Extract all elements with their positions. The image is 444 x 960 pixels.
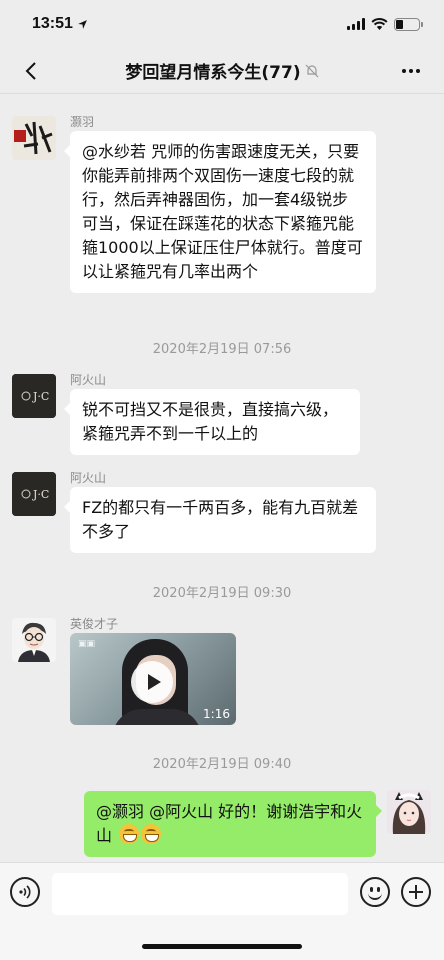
emoji-button[interactable] <box>360 877 390 907</box>
cellular-signal-icon <box>347 18 365 30</box>
battery-icon <box>394 17 423 31</box>
more-actions-button[interactable] <box>401 877 431 907</box>
voice-button[interactable] <box>10 877 40 907</box>
status-bar: 13:51 <box>0 0 444 48</box>
avatar[interactable] <box>12 618 56 662</box>
plus-icon <box>409 885 423 899</box>
play-icon[interactable] <box>131 661 173 703</box>
wifi-icon <box>371 17 388 30</box>
sender-name: 灏羽 <box>70 115 95 129</box>
ellipsis-icon <box>402 69 406 73</box>
emoji-icon-mouth <box>368 892 382 900</box>
home-indicator <box>142 944 302 949</box>
status-icons <box>347 17 423 31</box>
chevron-left-icon <box>25 62 36 80</box>
grinning-emoji-icon <box>119 824 140 844</box>
svg-text:J·C: J·C <box>32 488 49 501</box>
location-arrow-icon <box>78 19 87 29</box>
video-watermark-icon: ▣▣ <box>78 639 96 649</box>
sender-name: 英俊才子 <box>70 617 119 631</box>
chat-title-text: 梦回望月情系今生(77) <box>125 63 301 83</box>
calligraphy-avatar-icon <box>12 116 56 160</box>
chat-title: 梦回望月情系今生(77) <box>125 58 319 83</box>
jc-logo-avatar-icon: J·C <box>12 374 56 418</box>
timestamp: 2020年2月19日 09:30 <box>152 586 292 601</box>
mute-bell-icon <box>305 64 319 78</box>
message-bubble[interactable]: @水纱若 咒师的伤害跟速度无关，只要你能弄前排两个双固伤一速度七段的就行，然后弄… <box>64 131 376 293</box>
sender-name: 阿火山 <box>70 471 107 485</box>
status-time: 13:51 <box>32 15 88 33</box>
avatar[interactable]: J·C <box>12 374 56 418</box>
message-bubble[interactable]: FZ的都只有一千两百多，能有九百就差不多了 <box>64 487 376 553</box>
sender-name: 阿火山 <box>70 373 107 387</box>
avatar[interactable] <box>12 116 56 160</box>
back-button[interactable] <box>16 56 46 86</box>
chat-header: 梦回望月情系今生(77) <box>0 48 444 94</box>
girl-photo-avatar-icon <box>387 790 431 834</box>
voice-icon <box>19 885 31 899</box>
video-message[interactable]: ▣▣ 1:16 <box>70 633 236 725</box>
svg-text:J·C: J·C <box>32 390 49 403</box>
clock-text: 13:51 <box>32 15 73 32</box>
timestamp: 2020年2月19日 09:40 <box>152 757 292 772</box>
message-bubble[interactable]: 锐不可挡又不是很贵，直接搞六级，紧箍咒弄不到一千以上的 <box>64 389 360 455</box>
grinning-emoji-icon <box>141 824 162 844</box>
jc-logo-avatar-icon: J·C <box>12 472 56 516</box>
more-options-button[interactable] <box>396 56 426 86</box>
timestamp: 2020年2月19日 07:56 <box>152 342 292 357</box>
avatar[interactable]: J·C <box>12 472 56 516</box>
avatar[interactable] <box>387 790 431 834</box>
battery-level <box>396 19 403 29</box>
my-message-bubble[interactable]: @灏羽 @阿火山 好的！谢谢浩宇和火山 <box>84 791 382 857</box>
cartoon-man-avatar-icon <box>12 618 56 662</box>
video-duration: 1:16 <box>203 707 230 721</box>
message-input[interactable] <box>52 873 348 915</box>
